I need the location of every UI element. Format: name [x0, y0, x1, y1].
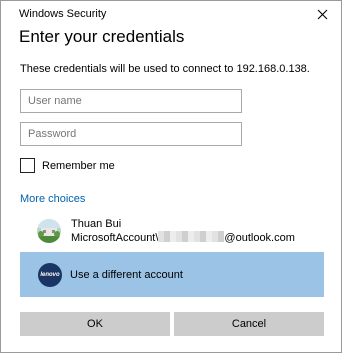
username-field[interactable] [20, 89, 242, 113]
checkbox-box[interactable] [20, 158, 35, 173]
use-different-account-option[interactable]: lenovo Use a different account [20, 252, 324, 297]
dialog-description: These credentials will be used to connec… [20, 63, 310, 75]
account-email-suffix: @outlook.com [224, 231, 295, 244]
remember-me-checkbox[interactable]: Remember me [20, 157, 115, 174]
account-details: Thuan Bui MicrosoftAccount\ @outlook.com [71, 217, 295, 245]
close-button[interactable] [307, 3, 337, 25]
account-email: MicrosoftAccount\ @outlook.com [71, 230, 295, 245]
lenovo-logo-icon: lenovo [38, 262, 62, 287]
account-name: Thuan Bui [71, 217, 122, 230]
use-different-account-label: Use a different account [70, 268, 183, 281]
title-bar: Windows Security [1, 1, 341, 27]
cancel-button[interactable]: Cancel [174, 312, 324, 336]
account-email-prefix: MicrosoftAccount\ [71, 231, 159, 244]
dialog-heading: Enter your credentials [19, 27, 185, 46]
remember-me-label: Remember me [42, 159, 115, 172]
redacted-email-block [158, 230, 225, 242]
window-title: Windows Security [19, 8, 107, 20]
account-item[interactable]: Thuan Bui MicrosoftAccount\ @outlook.com [20, 212, 324, 249]
ok-button[interactable]: OK [20, 312, 170, 336]
user-photo-icon [37, 218, 61, 243]
close-icon [317, 9, 327, 19]
more-choices-link[interactable]: More choices [20, 193, 85, 205]
credentials-dialog: Windows Security Enter your credentials … [0, 0, 342, 353]
password-field[interactable] [20, 122, 242, 146]
